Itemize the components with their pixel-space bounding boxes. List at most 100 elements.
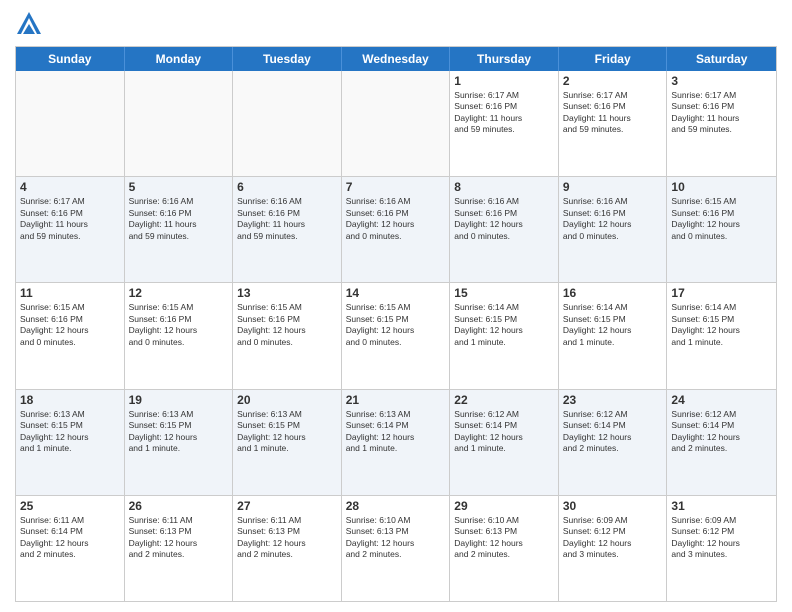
day-number: 29 <box>454 499 554 513</box>
calendar-cell: 25 Sunrise: 6:11 AM Sunset: 6:14 PM Dayli… <box>16 496 125 601</box>
calendar-cell: 29 Sunrise: 6:10 AM Sunset: 6:13 PM Dayli… <box>450 496 559 601</box>
calendar-header-cell: Sunday <box>16 47 125 71</box>
calendar-cell: 4 Sunrise: 6:17 AM Sunset: 6:16 PM Daylig… <box>16 177 125 282</box>
calendar-cell <box>125 71 234 176</box>
cell-info: Sunrise: 6:11 AM Sunset: 6:13 PM Dayligh… <box>129 515 229 561</box>
calendar-cell: 30 Sunrise: 6:09 AM Sunset: 6:12 PM Dayli… <box>559 496 668 601</box>
cell-info: Sunrise: 6:16 AM Sunset: 6:16 PM Dayligh… <box>346 196 446 242</box>
day-number: 15 <box>454 286 554 300</box>
cell-info: Sunrise: 6:12 AM Sunset: 6:14 PM Dayligh… <box>454 409 554 455</box>
calendar-cell: 20 Sunrise: 6:13 AM Sunset: 6:15 PM Dayli… <box>233 390 342 495</box>
calendar-cell: 13 Sunrise: 6:15 AM Sunset: 6:16 PM Dayli… <box>233 283 342 388</box>
calendar-cell: 10Sunrise: 6:15 AM Sunset: 6:16 PM Dayli… <box>667 177 776 282</box>
cell-info: Sunrise: 6:09 AM Sunset: 6:12 PM Dayligh… <box>563 515 663 561</box>
calendar-cell: 22 Sunrise: 6:12 AM Sunset: 6:14 PM Dayli… <box>450 390 559 495</box>
cell-info: Sunrise: 6:16 AM Sunset: 6:16 PM Dayligh… <box>563 196 663 242</box>
cell-info: Sunrise: 6:17 AM Sunset: 6:16 PM Dayligh… <box>454 90 554 136</box>
cell-info: Sunrise: 6:15 AM Sunset: 6:16 PM Dayligh… <box>20 302 120 348</box>
day-number: 6 <box>237 180 337 194</box>
cell-info: Sunrise: 6:12 AM Sunset: 6:14 PM Dayligh… <box>671 409 772 455</box>
calendar-cell: 26 Sunrise: 6:11 AM Sunset: 6:13 PM Dayli… <box>125 496 234 601</box>
cell-info: Sunrise: 6:15 AM Sunset: 6:16 PM Dayligh… <box>129 302 229 348</box>
cell-info: Sunrise: 6:10 AM Sunset: 6:13 PM Dayligh… <box>454 515 554 561</box>
calendar-header: SundayMondayTuesdayWednesdayThursdayFrid… <box>16 47 776 71</box>
logo <box>15 10 47 38</box>
day-number: 20 <box>237 393 337 407</box>
calendar-header-cell: Tuesday <box>233 47 342 71</box>
cell-info: Sunrise: 6:15 AM Sunset: 6:16 PM Dayligh… <box>671 196 772 242</box>
calendar-cell: 8Sunrise: 6:16 AM Sunset: 6:16 PM Daylig… <box>450 177 559 282</box>
calendar-cell: 12 Sunrise: 6:15 AM Sunset: 6:16 PM Dayli… <box>125 283 234 388</box>
cell-info: Sunrise: 6:14 AM Sunset: 6:15 PM Dayligh… <box>454 302 554 348</box>
cell-info: Sunrise: 6:15 AM Sunset: 6:15 PM Dayligh… <box>346 302 446 348</box>
day-number: 2 <box>563 74 663 88</box>
calendar-body: 1Sunrise: 6:17 AM Sunset: 6:16 PM Daylig… <box>16 71 776 601</box>
day-number: 18 <box>20 393 120 407</box>
calendar: SundayMondayTuesdayWednesdayThursdayFrid… <box>15 46 777 602</box>
calendar-cell <box>342 71 451 176</box>
day-number: 24 <box>671 393 772 407</box>
calendar-cell: 3Sunrise: 6:17 AM Sunset: 6:16 PM Daylig… <box>667 71 776 176</box>
cell-info: Sunrise: 6:12 AM Sunset: 6:14 PM Dayligh… <box>563 409 663 455</box>
day-number: 30 <box>563 499 663 513</box>
calendar-header-cell: Monday <box>125 47 234 71</box>
calendar-header-cell: Thursday <box>450 47 559 71</box>
calendar-cell: 9Sunrise: 6:16 AM Sunset: 6:16 PM Daylig… <box>559 177 668 282</box>
day-number: 25 <box>20 499 120 513</box>
calendar-header-cell: Wednesday <box>342 47 451 71</box>
calendar-row: 1Sunrise: 6:17 AM Sunset: 6:16 PM Daylig… <box>16 71 776 176</box>
day-number: 7 <box>346 180 446 194</box>
day-number: 4 <box>20 180 120 194</box>
calendar-cell: 7 Sunrise: 6:16 AM Sunset: 6:16 PM Daylig… <box>342 177 451 282</box>
day-number: 17 <box>671 286 772 300</box>
calendar-cell: 16Sunrise: 6:14 AM Sunset: 6:15 PM Dayli… <box>559 283 668 388</box>
day-number: 11 <box>20 286 120 300</box>
day-number: 13 <box>237 286 337 300</box>
day-number: 3 <box>671 74 772 88</box>
calendar-row: 11 Sunrise: 6:15 AM Sunset: 6:16 PM Dayli… <box>16 282 776 388</box>
calendar-cell: 2 Sunrise: 6:17 AM Sunset: 6:16 PM Daylig… <box>559 71 668 176</box>
cell-info: Sunrise: 6:15 AM Sunset: 6:16 PM Dayligh… <box>237 302 337 348</box>
cell-info: Sunrise: 6:16 AM Sunset: 6:16 PM Dayligh… <box>129 196 229 242</box>
day-number: 19 <box>129 393 229 407</box>
calendar-cell: 31 Sunrise: 6:09 AM Sunset: 6:12 PM Dayli… <box>667 496 776 601</box>
calendar-cell: 24 Sunrise: 6:12 AM Sunset: 6:14 PM Dayli… <box>667 390 776 495</box>
day-number: 26 <box>129 499 229 513</box>
calendar-cell: 11 Sunrise: 6:15 AM Sunset: 6:16 PM Dayli… <box>16 283 125 388</box>
calendar-cell: 1Sunrise: 6:17 AM Sunset: 6:16 PM Daylig… <box>450 71 559 176</box>
calendar-row: 4 Sunrise: 6:17 AM Sunset: 6:16 PM Daylig… <box>16 176 776 282</box>
cell-info: Sunrise: 6:17 AM Sunset: 6:16 PM Dayligh… <box>563 90 663 136</box>
day-number: 31 <box>671 499 772 513</box>
day-number: 12 <box>129 286 229 300</box>
cell-info: Sunrise: 6:11 AM Sunset: 6:13 PM Dayligh… <box>237 515 337 561</box>
cell-info: Sunrise: 6:13 AM Sunset: 6:15 PM Dayligh… <box>20 409 120 455</box>
cell-info: Sunrise: 6:17 AM Sunset: 6:16 PM Dayligh… <box>20 196 120 242</box>
calendar-cell: 27 Sunrise: 6:11 AM Sunset: 6:13 PM Dayli… <box>233 496 342 601</box>
cell-info: Sunrise: 6:09 AM Sunset: 6:12 PM Dayligh… <box>671 515 772 561</box>
calendar-cell <box>233 71 342 176</box>
day-number: 14 <box>346 286 446 300</box>
day-number: 21 <box>346 393 446 407</box>
calendar-header-cell: Saturday <box>667 47 776 71</box>
calendar-cell: 19 Sunrise: 6:13 AM Sunset: 6:15 PM Dayli… <box>125 390 234 495</box>
calendar-cell: 5 Sunrise: 6:16 AM Sunset: 6:16 PM Daylig… <box>125 177 234 282</box>
calendar-cell: 18 Sunrise: 6:13 AM Sunset: 6:15 PM Dayli… <box>16 390 125 495</box>
calendar-cell <box>16 71 125 176</box>
day-number: 8 <box>454 180 554 194</box>
cell-info: Sunrise: 6:14 AM Sunset: 6:15 PM Dayligh… <box>563 302 663 348</box>
page: SundayMondayTuesdayWednesdayThursdayFrid… <box>0 0 792 612</box>
cell-info: Sunrise: 6:14 AM Sunset: 6:15 PM Dayligh… <box>671 302 772 348</box>
calendar-cell: 28Sunrise: 6:10 AM Sunset: 6:13 PM Dayli… <box>342 496 451 601</box>
cell-info: Sunrise: 6:10 AM Sunset: 6:13 PM Dayligh… <box>346 515 446 561</box>
day-number: 22 <box>454 393 554 407</box>
cell-info: Sunrise: 6:11 AM Sunset: 6:14 PM Dayligh… <box>20 515 120 561</box>
cell-info: Sunrise: 6:13 AM Sunset: 6:15 PM Dayligh… <box>129 409 229 455</box>
day-number: 27 <box>237 499 337 513</box>
calendar-cell: 15 Sunrise: 6:14 AM Sunset: 6:15 PM Dayli… <box>450 283 559 388</box>
day-number: 5 <box>129 180 229 194</box>
cell-info: Sunrise: 6:13 AM Sunset: 6:15 PM Dayligh… <box>237 409 337 455</box>
calendar-cell: 21Sunrise: 6:13 AM Sunset: 6:14 PM Dayli… <box>342 390 451 495</box>
calendar-cell: 6Sunrise: 6:16 AM Sunset: 6:16 PM Daylig… <box>233 177 342 282</box>
calendar-row: 18 Sunrise: 6:13 AM Sunset: 6:15 PM Dayli… <box>16 389 776 495</box>
calendar-cell: 14 Sunrise: 6:15 AM Sunset: 6:15 PM Dayli… <box>342 283 451 388</box>
